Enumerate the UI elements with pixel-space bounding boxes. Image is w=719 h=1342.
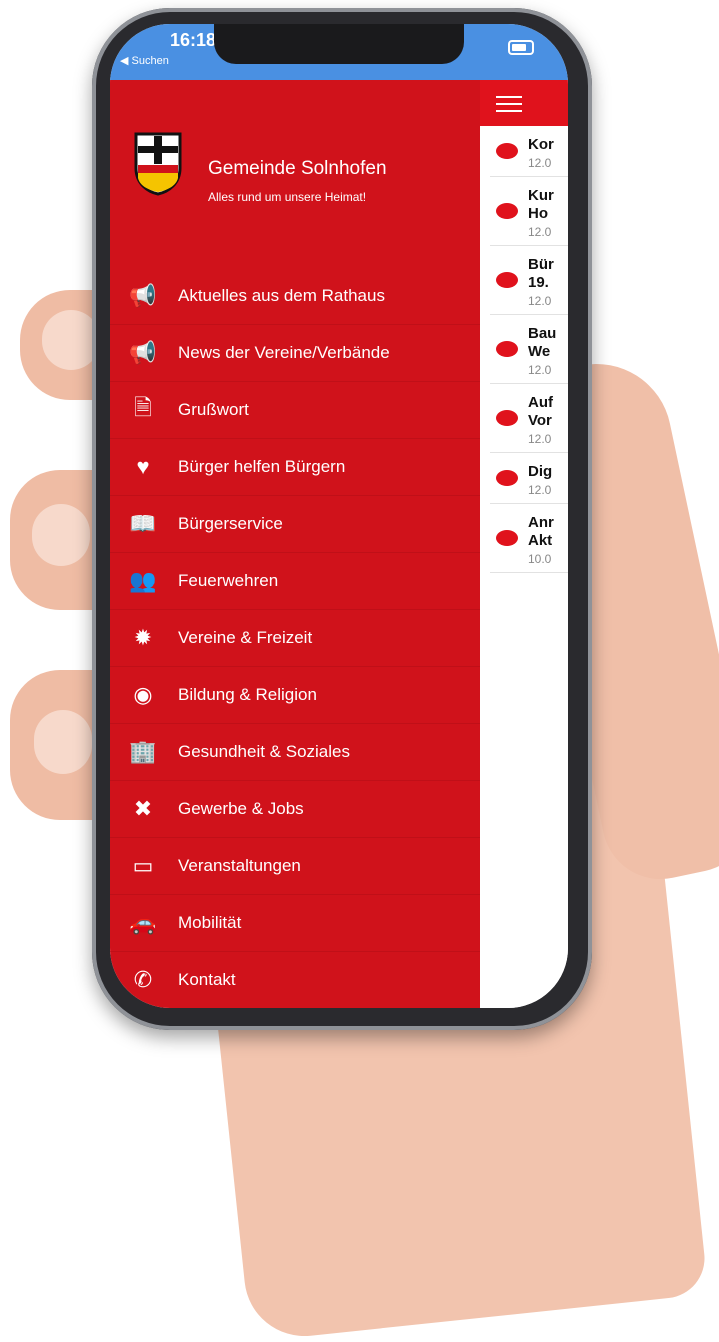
- comment-icon: [496, 530, 518, 546]
- news-title-line2: 19.: [528, 274, 549, 291]
- menu-item-label: Vereine & Freizeit: [178, 628, 313, 647]
- menu-item[interactable]: 📢 Aktuelles aus dem Rathaus: [110, 268, 480, 325]
- heart-icon: ♥: [136, 454, 150, 479]
- news-date: 12.0: [528, 363, 552, 377]
- news-title: Auf: [528, 394, 553, 411]
- news-title-line2: Ho: [528, 205, 548, 222]
- menu-item-label: Veranstaltungen: [178, 856, 301, 875]
- app-subtitle: Alles rund um unsere Heimat!: [208, 190, 367, 204]
- calendar-icon: ▭: [132, 853, 154, 878]
- status-bar: 16:18 ◀ Suchen: [110, 24, 568, 80]
- megaphone-icon: 📢: [129, 283, 157, 308]
- menu-item-label: Feuerwehren: [178, 571, 279, 590]
- tools-icon: ✖: [133, 796, 153, 821]
- menu-item[interactable]: ▭ Veranstaltungen: [110, 838, 480, 895]
- news-date: 12.0: [528, 156, 552, 170]
- news-item[interactable]: Anr Akt 10.0: [490, 504, 568, 573]
- comment-icon: [496, 341, 518, 357]
- drawer-menu: 📢 Aktuelles aus dem Rathaus 📢 News der Vere…: [110, 268, 480, 1008]
- menu-item[interactable]: ♥ Bürger helfen Bürgern: [110, 439, 480, 496]
- building-icon: 🏢: [129, 739, 157, 764]
- menu-item-label: Bürger helfen Bürgern: [178, 457, 346, 476]
- menu-item-label: Bürgerservice: [178, 514, 283, 533]
- news-date: 12.0: [528, 294, 552, 308]
- menu-item[interactable]: ✹ Vereine & Freizeit: [110, 610, 480, 667]
- menu-item-label: Gesundheit & Soziales: [178, 742, 350, 761]
- news-item[interactable]: Bau We 12.0: [490, 315, 568, 384]
- menu-item-label: Grußwort: [178, 400, 249, 419]
- comment-icon: [496, 143, 518, 159]
- comment-icon: [496, 410, 518, 426]
- phone-icon: ✆: [133, 967, 153, 992]
- news-list: Kor 12.0 Kur Ho 12.0 Bür 19. 12.0 Bau We 12.0 Auf Vo…: [480, 126, 568, 1008]
- news-title: Bau: [528, 325, 557, 342]
- group-icon: 👥: [129, 568, 157, 593]
- menu-item[interactable]: ✆ Kontakt: [110, 952, 480, 1008]
- news-title-line2: We: [528, 343, 551, 360]
- menu-item-label: Kontakt: [178, 970, 236, 989]
- news-title-line2: Vor: [528, 412, 552, 429]
- menu-item-label: Gewerbe & Jobs: [178, 799, 304, 818]
- car-icon: 🚗: [129, 910, 157, 935]
- app-title: Gemeinde Solnhofen: [208, 158, 387, 179]
- news-date: 12.0: [528, 432, 552, 446]
- back-to-search-link[interactable]: ◀ Suchen: [120, 54, 169, 67]
- news-item[interactable]: Dig 12.0: [490, 453, 568, 504]
- comment-icon: [496, 272, 518, 288]
- comment-icon: [496, 203, 518, 219]
- menu-item[interactable]: 👥 Feuerwehren: [110, 553, 480, 610]
- navigation-drawer: Gemeinde Solnhofen Alles rund um unsere …: [110, 80, 480, 1008]
- news-title: Bür: [528, 256, 554, 273]
- menu-item[interactable]: 🗎 Grußwort: [110, 382, 480, 439]
- people-circle-icon: ◉: [133, 682, 153, 707]
- menu-item[interactable]: ◉ Bildung & Religion: [110, 667, 480, 724]
- news-title: Kur: [528, 187, 554, 204]
- coat-of-arms-icon: [134, 132, 182, 196]
- sun-icon: ✹: [133, 625, 153, 650]
- menu-item[interactable]: 🏢 Gesundheit & Soziales: [110, 724, 480, 781]
- menu-item[interactable]: 🚗 Mobilität: [110, 895, 480, 952]
- news-title: Dig: [528, 463, 553, 480]
- status-time: 16:18: [170, 30, 217, 50]
- hamburger-menu-icon[interactable]: [496, 96, 522, 112]
- menu-item-label: News der Vereine/Verbände: [178, 343, 390, 362]
- phone-screen: 16:18 ◀ Suchen Kor 12.0 Kur Ho 12.0 Bür 19. 12.…: [110, 24, 568, 1008]
- menu-item-label: Mobilität: [178, 913, 242, 932]
- comment-icon: [496, 470, 518, 486]
- news-item[interactable]: Bür 19. 12.0: [490, 246, 568, 315]
- menu-item[interactable]: 📢 News der Vereine/Verbände: [110, 325, 480, 382]
- news-date: 10.0: [528, 552, 552, 566]
- news-title: Anr: [528, 514, 554, 531]
- menu-item[interactable]: ✖ Gewerbe & Jobs: [110, 781, 480, 838]
- news-item[interactable]: Kur Ho 12.0: [490, 177, 568, 246]
- news-item[interactable]: Kor 12.0: [490, 126, 568, 177]
- menu-item-label: Bildung & Religion: [178, 685, 317, 704]
- news-item[interactable]: Auf Vor 12.0: [490, 384, 568, 453]
- camera-notch: [214, 24, 464, 64]
- menu-item-label: Aktuelles aus dem Rathaus: [178, 286, 385, 305]
- book-icon: 📖: [129, 511, 157, 536]
- news-title: Kor: [528, 136, 554, 153]
- news-date: 12.0: [528, 483, 552, 497]
- menu-item[interactable]: 📖 Bürgerservice: [110, 496, 480, 553]
- news-title-line2: Akt: [528, 532, 553, 549]
- battery-icon: [508, 40, 534, 55]
- megaphone-icon: 📢: [129, 340, 157, 365]
- document-icon: 🗎: [134, 395, 152, 420]
- news-date: 12.0: [528, 225, 552, 239]
